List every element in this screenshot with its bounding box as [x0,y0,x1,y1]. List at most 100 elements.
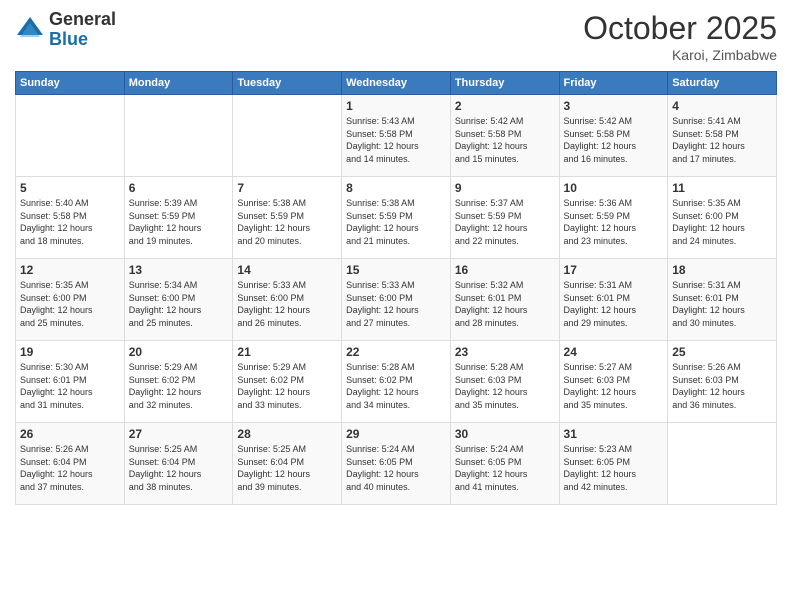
day-number: 23 [455,345,555,359]
day-number: 10 [564,181,664,195]
day-cell: 15 Sunrise: 5:33 AM Sunset: 6:00 PM Dayli… [342,259,451,341]
header-day-tuesday: Tuesday [233,72,342,95]
day-info: Sunrise: 5:36 AM Sunset: 5:59 PM Dayligh… [564,197,664,247]
day-number: 8 [346,181,446,195]
day-cell: 22Sunrise: 5:28 AM Sunset: 6:02 PM Dayli… [342,341,451,423]
day-number: 25 [672,345,772,359]
day-number: 3 [564,99,664,113]
day-cell: 3 Sunrise: 5:42 AM Sunset: 5:58 PM Daylig… [559,95,668,177]
day-info: Sunrise: 5:29 AM Sunset: 6:02 PM Dayligh… [129,361,229,411]
day-cell: 29 Sunrise: 5:24 AM Sunset: 6:05 PM Dayli… [342,423,451,505]
day-cell: 8 Sunrise: 5:38 AM Sunset: 5:59 PM Daylig… [342,177,451,259]
day-cell: 25 Sunrise: 5:26 AM Sunset: 6:03 PM Dayli… [668,341,777,423]
day-number: 28 [237,427,337,441]
title-block: October 2025 Karoi, Zimbabwe [583,10,777,63]
day-cell: 17 Sunrise: 5:31 AM Sunset: 6:01 PM Dayli… [559,259,668,341]
day-number: 11 [672,181,772,195]
day-number: 2 [455,99,555,113]
day-cell: 6Sunrise: 5:39 AM Sunset: 5:59 PM Daylig… [124,177,233,259]
day-cell: 5Sunrise: 5:40 AM Sunset: 5:58 PM Daylig… [16,177,125,259]
day-info: Sunrise: 5:26 AM Sunset: 6:03 PM Dayligh… [672,361,772,411]
day-number: 13 [129,263,229,277]
day-info: Sunrise: 5:24 AM Sunset: 6:05 PM Dayligh… [455,443,555,493]
day-info: Sunrise: 5:34 AM Sunset: 6:00 PM Dayligh… [129,279,229,329]
logo-blue: Blue [49,30,116,50]
logo-icon [15,15,45,45]
header-day-monday: Monday [124,72,233,95]
day-info: Sunrise: 5:30 AM Sunset: 6:01 PM Dayligh… [20,361,120,411]
day-cell: 26Sunrise: 5:26 AM Sunset: 6:04 PM Dayli… [16,423,125,505]
day-number: 18 [672,263,772,277]
day-info: Sunrise: 5:31 AM Sunset: 6:01 PM Dayligh… [564,279,664,329]
day-cell: 2 Sunrise: 5:42 AM Sunset: 5:58 PM Daylig… [450,95,559,177]
day-info: Sunrise: 5:35 AM Sunset: 6:00 PM Dayligh… [20,279,120,329]
day-cell: 14 Sunrise: 5:33 AM Sunset: 6:00 PM Dayli… [233,259,342,341]
day-cell: 7Sunrise: 5:38 AM Sunset: 5:59 PM Daylig… [233,177,342,259]
day-cell [668,423,777,505]
day-number: 29 [346,427,446,441]
day-cell: 13 Sunrise: 5:34 AM Sunset: 6:00 PM Dayli… [124,259,233,341]
day-number: 24 [564,345,664,359]
day-number: 17 [564,263,664,277]
day-number: 31 [564,427,664,441]
day-cell: 1 Sunrise: 5:43 AM Sunset: 5:58 PM Daylig… [342,95,451,177]
day-cell: 12Sunrise: 5:35 AM Sunset: 6:00 PM Dayli… [16,259,125,341]
day-number: 1 [346,99,446,113]
day-info: Sunrise: 5:41 AM Sunset: 5:58 PM Dayligh… [672,115,772,165]
day-info: Sunrise: 5:26 AM Sunset: 6:04 PM Dayligh… [20,443,120,493]
day-cell: 19 Sunrise: 5:30 AM Sunset: 6:01 PM Dayli… [16,341,125,423]
day-info: Sunrise: 5:28 AM Sunset: 6:03 PM Dayligh… [455,361,555,411]
day-number: 16 [455,263,555,277]
week-row-3: 19 Sunrise: 5:30 AM Sunset: 6:01 PM Dayli… [16,341,777,423]
day-number: 15 [346,263,446,277]
day-number: 5 [20,181,120,195]
logo: General Blue [15,10,116,50]
day-info: Sunrise: 5:33 AM Sunset: 6:00 PM Dayligh… [346,279,446,329]
header-day-thursday: Thursday [450,72,559,95]
calendar-body: 1 Sunrise: 5:43 AM Sunset: 5:58 PM Daylig… [16,95,777,505]
day-info: Sunrise: 5:25 AM Sunset: 6:04 PM Dayligh… [237,443,337,493]
day-info: Sunrise: 5:32 AM Sunset: 6:01 PM Dayligh… [455,279,555,329]
day-cell: 20Sunrise: 5:29 AM Sunset: 6:02 PM Dayli… [124,341,233,423]
day-number: 19 [20,345,120,359]
day-info: Sunrise: 5:29 AM Sunset: 6:02 PM Dayligh… [237,361,337,411]
day-info: Sunrise: 5:23 AM Sunset: 6:05 PM Dayligh… [564,443,664,493]
header: General Blue October 2025 Karoi, Zimbabw… [15,10,777,63]
day-info: Sunrise: 5:33 AM Sunset: 6:00 PM Dayligh… [237,279,337,329]
day-number: 27 [129,427,229,441]
day-cell [233,95,342,177]
day-cell: 31 Sunrise: 5:23 AM Sunset: 6:05 PM Dayli… [559,423,668,505]
day-cell: 27 Sunrise: 5:25 AM Sunset: 6:04 PM Dayli… [124,423,233,505]
day-cell [16,95,125,177]
calendar-header: SundayMondayTuesdayWednesdayThursdayFrid… [16,72,777,95]
day-cell: 23 Sunrise: 5:28 AM Sunset: 6:03 PM Dayli… [450,341,559,423]
day-info: Sunrise: 5:28 AM Sunset: 6:02 PM Dayligh… [346,361,446,411]
header-row: SundayMondayTuesdayWednesdayThursdayFrid… [16,72,777,95]
day-cell: 21Sunrise: 5:29 AM Sunset: 6:02 PM Dayli… [233,341,342,423]
page: General Blue October 2025 Karoi, Zimbabw… [0,0,792,612]
calendar-table: SundayMondayTuesdayWednesdayThursdayFrid… [15,71,777,505]
header-day-friday: Friday [559,72,668,95]
day-number: 4 [672,99,772,113]
day-cell: 11Sunrise: 5:35 AM Sunset: 6:00 PM Dayli… [668,177,777,259]
logo-text: General Blue [49,10,116,50]
day-cell: 30 Sunrise: 5:24 AM Sunset: 6:05 PM Dayli… [450,423,559,505]
day-info: Sunrise: 5:39 AM Sunset: 5:59 PM Dayligh… [129,197,229,247]
day-info: Sunrise: 5:38 AM Sunset: 5:59 PM Dayligh… [346,197,446,247]
day-info: Sunrise: 5:24 AM Sunset: 6:05 PM Dayligh… [346,443,446,493]
day-cell: 16 Sunrise: 5:32 AM Sunset: 6:01 PM Dayli… [450,259,559,341]
day-info: Sunrise: 5:43 AM Sunset: 5:58 PM Dayligh… [346,115,446,165]
header-day-saturday: Saturday [668,72,777,95]
week-row-0: 1 Sunrise: 5:43 AM Sunset: 5:58 PM Daylig… [16,95,777,177]
day-number: 14 [237,263,337,277]
day-cell [124,95,233,177]
day-number: 30 [455,427,555,441]
day-info: Sunrise: 5:25 AM Sunset: 6:04 PM Dayligh… [129,443,229,493]
day-info: Sunrise: 5:38 AM Sunset: 5:59 PM Dayligh… [237,197,337,247]
location: Karoi, Zimbabwe [583,47,777,63]
day-cell: 4 Sunrise: 5:41 AM Sunset: 5:58 PM Daylig… [668,95,777,177]
day-info: Sunrise: 5:42 AM Sunset: 5:58 PM Dayligh… [564,115,664,165]
day-number: 9 [455,181,555,195]
logo-general: General [49,10,116,30]
day-info: Sunrise: 5:42 AM Sunset: 5:58 PM Dayligh… [455,115,555,165]
